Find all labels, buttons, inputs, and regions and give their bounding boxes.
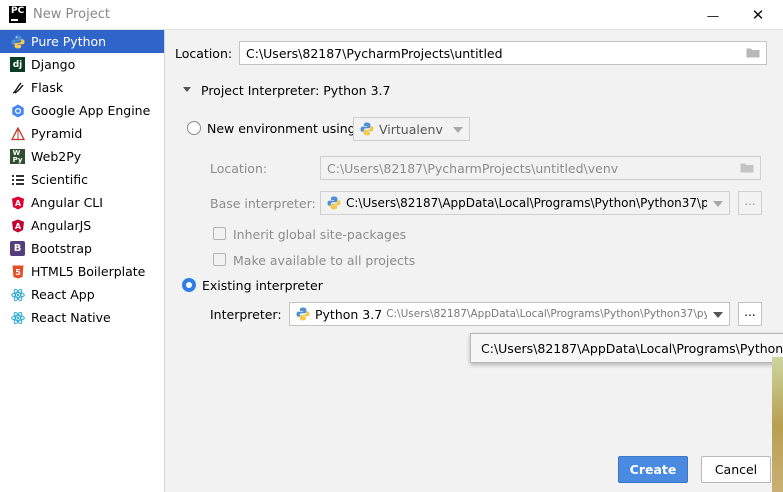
chevron-down-icon bbox=[713, 312, 723, 318]
make-available-checkbox[interactable] bbox=[213, 253, 226, 266]
django-icon: dj bbox=[10, 57, 25, 72]
sidebar-item-label: Pure Python bbox=[31, 34, 107, 49]
venv-location-value: C:\Users\82187\PycharmProjects\untitled\… bbox=[327, 160, 619, 176]
sidebar-item-label: Flask bbox=[31, 80, 64, 95]
sidebar-item-pure-python[interactable]: Pure Python bbox=[0, 30, 164, 53]
python-icon bbox=[296, 307, 310, 321]
sidebar-item-label: Django bbox=[31, 57, 76, 72]
google-app-engine-icon bbox=[10, 103, 25, 118]
sidebar-item-google-app-engine[interactable]: Google App Engine bbox=[0, 99, 164, 122]
project-type-list: Pure Python dj Django Flask Google App E… bbox=[0, 30, 165, 492]
svg-text:A: A bbox=[14, 222, 21, 231]
title-bar: PC New Project — ✕ bbox=[0, 0, 783, 30]
base-interpreter-label: Base interpreter: bbox=[210, 196, 316, 211]
react-native-icon bbox=[10, 310, 25, 325]
virtualenv-icon bbox=[360, 122, 374, 136]
sidebar-item-html5-boilerplate[interactable]: 5 HTML5 Boilerplate bbox=[0, 260, 164, 283]
create-button[interactable]: Create bbox=[618, 456, 688, 483]
folder-icon[interactable] bbox=[746, 47, 760, 58]
new-environment-radio[interactable] bbox=[187, 121, 201, 135]
sidebar-item-label: Web2Py bbox=[31, 149, 82, 164]
existing-interpreter-radio[interactable] bbox=[182, 278, 196, 292]
interpreter-section-title[interactable]: Project Interpreter: Python 3.7 bbox=[201, 83, 390, 98]
tooltip-text: C:\Users\82187\AppData\Local\Programs\Py… bbox=[481, 340, 783, 356]
pyramid-icon bbox=[10, 126, 25, 141]
folder-icon[interactable] bbox=[740, 162, 754, 173]
sidebar-item-label: AngularJS bbox=[31, 218, 92, 233]
sidebar-item-pyramid[interactable]: Pyramid bbox=[0, 122, 164, 145]
close-button[interactable]: ✕ bbox=[735, 0, 781, 30]
sidebar-item-label: HTML5 Boilerplate bbox=[31, 264, 146, 279]
existing-interpreter-label[interactable]: Existing interpreter bbox=[202, 278, 323, 293]
venv-location-field[interactable]: C:\Users\82187\PycharmProjects\untitled\… bbox=[320, 156, 761, 180]
angularjs-icon: A bbox=[10, 218, 25, 233]
angular-icon: A bbox=[10, 195, 25, 210]
sidebar-item-label: React Native bbox=[31, 310, 111, 325]
env-tool-value: Virtualenv bbox=[379, 121, 443, 137]
base-interpreter-browse-button[interactable]: ... bbox=[738, 191, 762, 215]
minimize-button[interactable]: — bbox=[690, 0, 736, 30]
interpreter-label: Interpreter: bbox=[210, 307, 282, 322]
inherit-packages-checkbox[interactable] bbox=[213, 227, 226, 240]
interpreter-path-tooltip: C:\Users\82187\AppData\Local\Programs\Py… bbox=[470, 333, 783, 363]
sidebar-item-angular-cli[interactable]: A Angular CLI bbox=[0, 191, 164, 214]
base-interpreter-select[interactable]: C:\Users\82187\AppData\Local\Programs\Py… bbox=[320, 191, 730, 215]
sidebar-item-label: Angular CLI bbox=[31, 195, 103, 210]
location-field[interactable]: C:\Users\82187\PycharmProjects\untitled bbox=[239, 41, 767, 65]
sidebar-item-label: Pyramid bbox=[31, 126, 83, 141]
pycharm-logo-icon: PC bbox=[9, 6, 26, 23]
sidebar-item-label: React App bbox=[31, 287, 95, 302]
python-icon bbox=[327, 196, 341, 210]
react-icon bbox=[10, 287, 25, 302]
window-title: New Project bbox=[33, 7, 110, 22]
chevron-down-icon bbox=[713, 201, 723, 207]
base-interpreter-value: C:\Users\82187\AppData\Local\Programs\Py… bbox=[346, 196, 707, 210]
bootstrap-icon: B bbox=[10, 241, 25, 256]
sidebar-item-django[interactable]: dj Django bbox=[0, 53, 164, 76]
cancel-button[interactable]: Cancel bbox=[701, 456, 771, 483]
sidebar-item-label: Google App Engine bbox=[31, 103, 151, 118]
inherit-packages-label[interactable]: Inherit global site-packages bbox=[233, 227, 406, 242]
sidebar-item-angularjs[interactable]: A AngularJS bbox=[0, 214, 164, 237]
sidebar-item-flask[interactable]: Flask bbox=[0, 76, 164, 99]
sidebar-item-react-native[interactable]: React Native bbox=[0, 306, 164, 329]
python-icon bbox=[10, 34, 25, 49]
sidebar-item-react-app[interactable]: React App bbox=[0, 283, 164, 306]
venv-location-label: Location: bbox=[210, 161, 268, 176]
interpreter-select[interactable]: Python 3.7 C:\Users\82187\AppData\Local\… bbox=[289, 302, 730, 326]
location-label: Location: bbox=[175, 46, 233, 61]
collapse-arrow-icon[interactable] bbox=[183, 87, 191, 92]
scientific-icon bbox=[10, 172, 25, 187]
interpreter-name: Python 3.7 bbox=[315, 306, 383, 322]
svg-text:5: 5 bbox=[15, 268, 21, 277]
location-value: C:\Users\82187\PycharmProjects\untitled bbox=[246, 45, 503, 61]
make-available-label[interactable]: Make available to all projects bbox=[233, 253, 415, 268]
sidebar-item-bootstrap[interactable]: B Bootstrap bbox=[0, 237, 164, 260]
interpreter-path: C:\Users\82187\AppData\Local\Programs\Py… bbox=[386, 308, 707, 320]
interpreter-browse-button[interactable]: ... bbox=[738, 302, 762, 326]
new-environment-label[interactable]: New environment using bbox=[207, 121, 356, 136]
html5-icon: 5 bbox=[10, 264, 25, 279]
svg-text:A: A bbox=[14, 199, 21, 208]
sidebar-item-label: Scientific bbox=[31, 172, 89, 187]
sidebar-item-label: Bootstrap bbox=[31, 241, 92, 256]
sidebar-item-web2py[interactable]: W Py Web2Py bbox=[0, 145, 164, 168]
sidebar-item-scientific[interactable]: Scientific bbox=[0, 168, 164, 191]
desktop-background bbox=[772, 357, 783, 492]
env-tool-select[interactable]: Virtualenv bbox=[353, 117, 470, 141]
flask-icon bbox=[10, 80, 25, 95]
web2py-icon: W Py bbox=[10, 149, 25, 164]
chevron-down-icon bbox=[453, 127, 463, 133]
